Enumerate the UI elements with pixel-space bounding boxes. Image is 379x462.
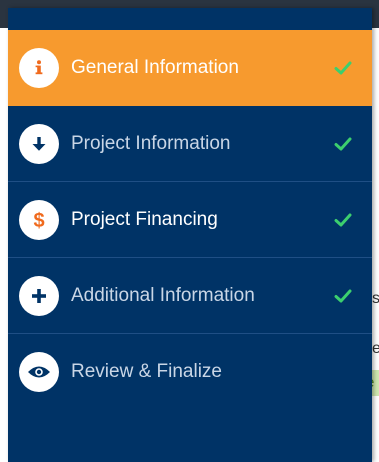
- step-additional-information[interactable]: Additional Information: [8, 258, 372, 334]
- plus-icon: [19, 275, 59, 316]
- background-text-fragment: s: [372, 290, 379, 307]
- wizard-sidebar: General Information Project Information …: [8, 8, 372, 462]
- check-icon: [334, 289, 352, 302]
- check-icon: [334, 137, 352, 150]
- dollar-icon: $: [19, 199, 59, 240]
- step-label: Additional Information: [71, 284, 255, 306]
- step-project-information[interactable]: Project Information: [8, 106, 372, 182]
- step-label: Project Information: [71, 132, 231, 154]
- background-text-fragment: es: [372, 340, 379, 357]
- step-project-financing[interactable]: $ Project Financing: [8, 182, 372, 258]
- check-icon: [334, 61, 352, 75]
- eye-icon: [19, 352, 59, 392]
- step-label: Review & Finalize: [71, 361, 222, 382]
- check-icon: [334, 213, 352, 226]
- step-review-finalize[interactable]: Review & Finalize: [8, 334, 372, 410]
- step-label: Project Financing: [71, 208, 218, 230]
- step-general-information[interactable]: General Information: [8, 30, 372, 106]
- info-icon: [19, 48, 59, 88]
- arrow-down-icon: [19, 123, 59, 164]
- step-label: General Information: [71, 57, 239, 78]
- svg-text:$: $: [33, 210, 44, 231]
- wizard-step-list: General Information Project Information …: [8, 30, 372, 410]
